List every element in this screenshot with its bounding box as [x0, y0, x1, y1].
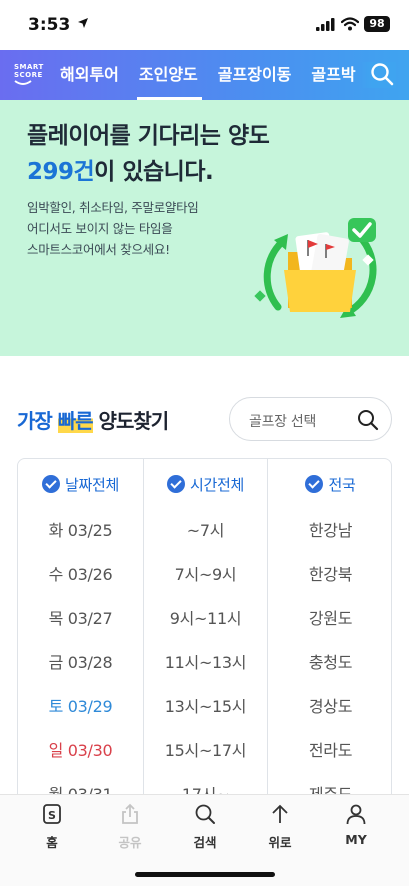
date-option-saturday[interactable]: 토 03/29: [18, 685, 143, 729]
region-filter-column: 전국 한강남 한강북 강원도 충청도 경상도 전라도 제주도: [268, 459, 391, 818]
svg-text:S: S: [48, 809, 56, 822]
battery-icon: 98: [364, 16, 390, 32]
region-option[interactable]: 한강북: [268, 553, 391, 597]
time-filter-column: 시간전체 ~7시 7시~9시 9시~11시 11시~13시 13시~15시 15…: [144, 459, 268, 818]
promo-banner[interactable]: 플레이어를 기다리는 양도 299건이 있습니다. 임박할인, 취소타임, 주말…: [0, 100, 409, 356]
time-option[interactable]: 11시~13시: [144, 641, 267, 685]
date-option[interactable]: 화 03/25: [18, 509, 143, 553]
bottom-tab-label: MY: [345, 832, 367, 847]
category-tabs: 해외투어 조인양도 골프장이동 골프박: [58, 50, 374, 100]
status-bar: 3:53 98: [0, 0, 409, 50]
finder-title-highlight: 빠른: [57, 409, 94, 433]
check-circle-icon: [305, 475, 324, 493]
region-option[interactable]: 전라도: [268, 729, 391, 773]
golf-course-search-input[interactable]: 골프장 선택: [229, 397, 392, 441]
home-indicator: [135, 872, 275, 877]
bottom-tab-label: 검색: [193, 835, 217, 850]
date-option[interactable]: 금 03/28: [18, 641, 143, 685]
time-all-label: 시간전체: [189, 475, 244, 494]
cellular-signal-icon: [316, 18, 335, 31]
wifi-icon: [341, 17, 359, 31]
date-option-sunday[interactable]: 일 03/30: [18, 729, 143, 773]
bottom-tab-label: 공유: [118, 835, 142, 850]
region-all-toggle[interactable]: 전국: [268, 459, 391, 509]
user-icon: [346, 804, 366, 825]
date-all-label: 날짜전체: [64, 475, 119, 494]
date-option[interactable]: 목 03/27: [18, 597, 143, 641]
tab-overseas-tour[interactable]: 해외투어: [58, 50, 127, 100]
region-option[interactable]: 경상도: [268, 685, 391, 729]
check-circle-icon: [41, 475, 60, 493]
smart-score-logo[interactable]: SMART SCORE: [14, 63, 46, 89]
transfer-count: 299건: [27, 159, 95, 185]
region-all-label: 전국: [328, 475, 356, 494]
bottom-tab-share[interactable]: 공유: [100, 803, 160, 851]
time-option[interactable]: ~7시: [144, 509, 267, 553]
home-icon: S: [43, 804, 61, 824]
logo-line1: SMART: [14, 63, 44, 71]
check-circle-icon: [166, 475, 185, 493]
time-all-toggle[interactable]: 시간전체: [144, 459, 267, 509]
region-option[interactable]: 충청도: [268, 641, 391, 685]
transfer-filter-table: 날짜전체 화 03/25 수 03/26 목 03/27 금 03/28 토 0…: [17, 458, 392, 818]
finder-title-part1: 가장: [17, 409, 58, 433]
logo-arc-icon: [14, 80, 32, 85]
logo-line2: SCORE: [14, 71, 43, 79]
banner-headline: 플레이어를 기다리는 양도: [27, 123, 270, 149]
bottom-tab-my[interactable]: MY: [326, 803, 386, 847]
time-option[interactable]: 15시~17시: [144, 729, 267, 773]
region-option[interactable]: 강원도: [268, 597, 391, 641]
bottom-tab-scroll-top[interactable]: 위로: [250, 803, 310, 851]
tab-golf-stay[interactable]: 골프박: [309, 50, 363, 100]
finder-title: 가장 빠른 양도찾기: [17, 405, 170, 434]
search-icon: [371, 63, 394, 86]
date-option[interactable]: 수 03/26: [18, 553, 143, 597]
finder-title-part3: 양도찾기: [92, 409, 170, 433]
banner-desc-2: 어디서도 보이지 않는 타임을: [27, 221, 173, 236]
search-icon: [358, 410, 379, 431]
date-all-toggle[interactable]: 날짜전체: [18, 459, 143, 509]
folder-search-illustration: [254, 218, 377, 318]
search-icon: [195, 804, 215, 824]
date-filter-column: 날짜전체 화 03/25 수 03/26 목 03/27 금 03/28 토 0…: [18, 459, 144, 818]
banner-desc-3: 스마트스코어에서 찾으세요!: [27, 242, 170, 257]
location-arrow-icon: [78, 18, 88, 28]
header-search-button[interactable]: [360, 62, 396, 88]
arrow-up-icon: [272, 804, 288, 823]
banner-count-suffix: 이 있습니다.: [94, 159, 214, 185]
bottom-tab-search[interactable]: 검색: [175, 803, 235, 851]
time-option[interactable]: 7시~9시: [144, 553, 267, 597]
tab-join-transfer[interactable]: 조인양도: [136, 50, 206, 100]
search-placeholder: 골프장 선택: [249, 414, 317, 430]
banner-count-line: 299건이 있습니다.: [27, 152, 214, 186]
top-navigation: SMART SCORE 해외투어 조인양도 골프장이동 골프박: [0, 50, 409, 100]
bottom-tab-label: 홈: [46, 835, 58, 850]
status-time: 3:53: [28, 15, 71, 35]
region-option[interactable]: 한강남: [268, 509, 391, 553]
time-option[interactable]: 13시~15시: [144, 685, 267, 729]
share-icon: [122, 803, 138, 824]
time-option[interactable]: 9시~11시: [144, 597, 267, 641]
bottom-tab-home[interactable]: S 홈: [22, 803, 82, 851]
tab-golf-course-move[interactable]: 골프장이동: [216, 50, 300, 100]
bottom-tab-label: 위로: [268, 835, 292, 850]
banner-desc-1: 임박할인, 취소타임, 주말로얄타임: [27, 200, 199, 215]
